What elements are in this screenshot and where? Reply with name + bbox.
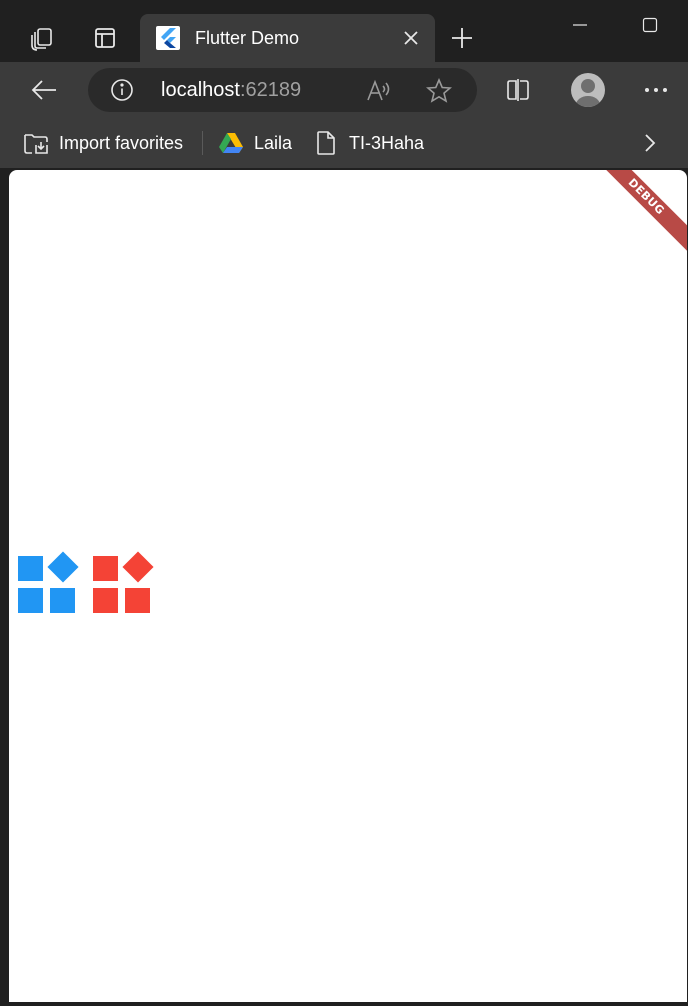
read-aloud-icon[interactable] (365, 77, 393, 105)
close-icon (404, 31, 418, 45)
site-info-icon[interactable] (110, 78, 134, 102)
workspaces-button[interactable] (18, 14, 66, 62)
import-favorites-icon (23, 130, 49, 156)
page-content: DEBUG (9, 170, 687, 1002)
tab-close-button[interactable] (399, 26, 423, 50)
person-icon (576, 79, 600, 107)
tab-actions-button[interactable] (81, 14, 129, 62)
tab-flutter-demo[interactable]: Flutter Demo (140, 14, 435, 62)
favorites-bar: Import favorites Laila TI-3Haha (0, 118, 688, 168)
widgets-icon-blue (18, 551, 80, 614)
minimize-button[interactable] (545, 0, 615, 50)
tab-strip: Flutter Demo (0, 0, 688, 62)
tab-title: Flutter Demo (195, 28, 300, 48)
new-tab-button[interactable] (440, 14, 484, 62)
profile-avatar[interactable] (571, 73, 605, 107)
url-port: :62189 (239, 79, 302, 101)
address-bar[interactable]: localhost:62189 (88, 68, 477, 112)
back-arrow-icon (31, 80, 56, 100)
url-host: localhost (161, 79, 240, 101)
minimize-icon (573, 24, 587, 26)
browser-window: Flutter Demo localhost:62189 Import favo… (0, 0, 688, 1006)
favorite-label: Laila (254, 132, 293, 153)
workspaces-icon (31, 28, 52, 51)
google-drive-icon (218, 130, 244, 156)
more-icon (645, 88, 667, 92)
favorites-divider (202, 131, 203, 155)
favorites-overflow-button[interactable] (636, 128, 664, 158)
split-screen-button[interactable] (495, 67, 541, 113)
widgets-icon-red (93, 551, 155, 614)
vertical-tabs-icon (95, 28, 115, 48)
url-text: localhost:62189 (161, 79, 301, 102)
debug-banner: DEBUG (579, 170, 687, 264)
page-icon (313, 130, 339, 156)
chevron-right-icon (645, 134, 656, 152)
maximize-button[interactable] (615, 0, 685, 50)
favorite-star-icon[interactable] (425, 77, 453, 105)
maximize-icon (642, 17, 658, 33)
favorite-laila[interactable]: Laila (218, 128, 292, 158)
settings-and-more-button[interactable] (633, 67, 679, 113)
favorite-label: TI-3Haha (349, 132, 425, 153)
favorite-ti-3haha[interactable]: TI-3Haha (313, 128, 424, 158)
back-button[interactable] (21, 67, 67, 113)
favorite-label: Import favorites (59, 132, 184, 153)
favorite-import-favorites[interactable]: Import favorites (23, 128, 183, 158)
plus-icon (452, 28, 472, 48)
split-screen-icon (507, 79, 529, 101)
flutter-logo-icon (156, 26, 180, 50)
